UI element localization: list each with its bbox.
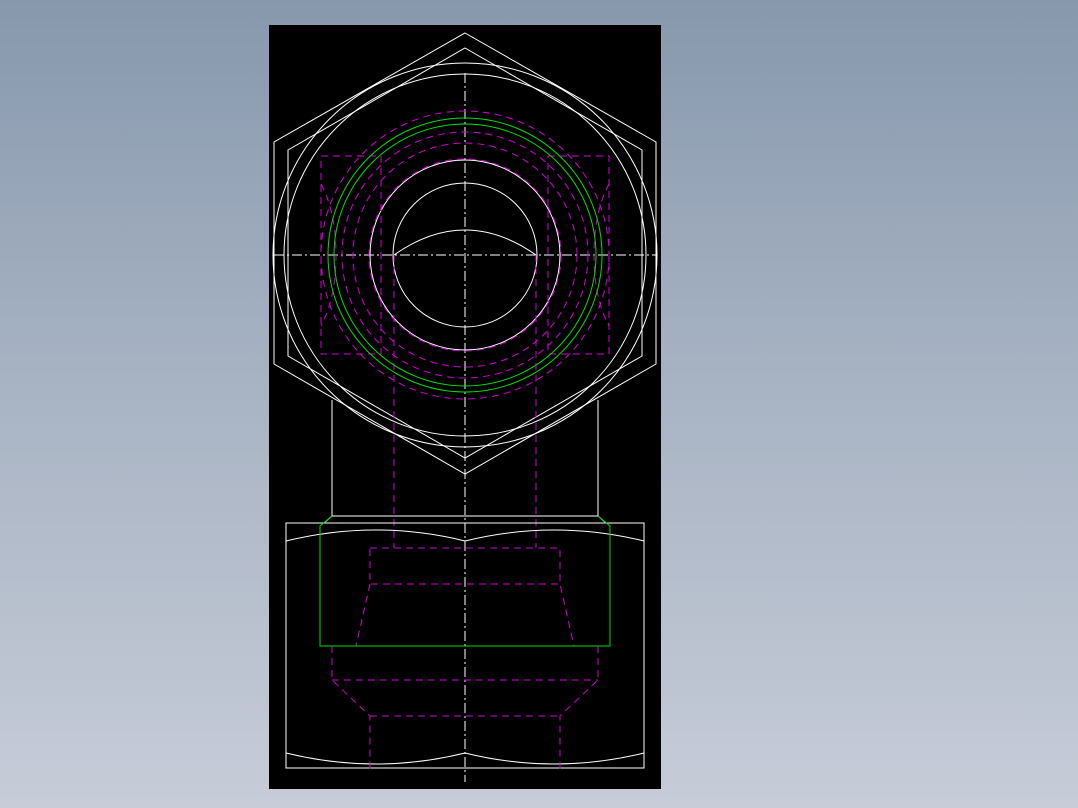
bottom-right-chamfer-arc (464, 752, 645, 765)
cad-drawing (272, 32, 658, 782)
bottom-left-chamfer-arc (285, 752, 466, 765)
bottom-hidden-lower-left (331, 646, 371, 770)
bottom-hidden-lower-right (559, 646, 599, 770)
cad-viewport[interactable] (0, 0, 1078, 808)
bottom-thread-right (597, 515, 611, 647)
bottom-thread-left (319, 515, 333, 647)
bottom-view-outline (285, 522, 645, 782)
top-left-chamfer-arc (285, 529, 466, 542)
top-right-chamfer-arc (464, 529, 645, 542)
